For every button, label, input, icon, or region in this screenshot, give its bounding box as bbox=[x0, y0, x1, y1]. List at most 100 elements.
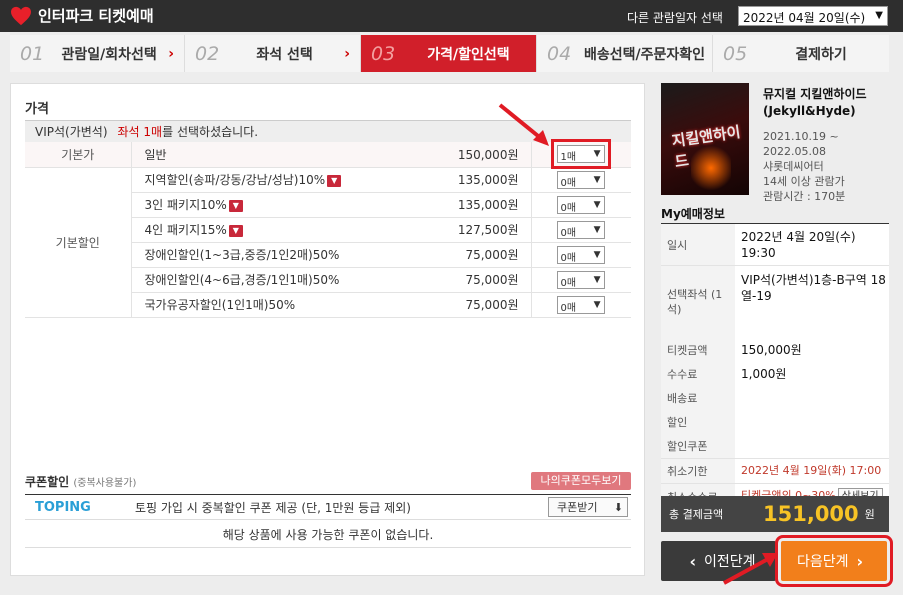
qty-select[interactable]: 0매 ▼ bbox=[556, 220, 605, 239]
show-runtime: 관람시간 : 170분 bbox=[763, 190, 846, 203]
show-venue: 샤롯데씨어터 bbox=[763, 160, 824, 173]
step-number: 03 bbox=[371, 42, 396, 65]
annotation-arrow-icon bbox=[498, 103, 549, 146]
qty-select[interactable]: 0매 ▼ bbox=[556, 295, 605, 314]
qty-cell: 0매 ▼ bbox=[531, 242, 631, 268]
total-amount-bar: 총 결제금액 151,000 원 bbox=[661, 496, 889, 532]
show-age: 14세 이상 관람가 bbox=[763, 175, 845, 188]
toping-logo: TOPING bbox=[35, 499, 91, 515]
my-coupons-button[interactable]: 나의쿠폰모두보기 bbox=[531, 472, 631, 490]
info-key: 수수료 bbox=[661, 361, 735, 386]
info-dropdown-icon[interactable]: ▼ bbox=[228, 224, 243, 237]
step-2: 02 좌석 선택 › bbox=[185, 35, 361, 72]
info-key: 배송료 bbox=[661, 385, 735, 410]
price-name: 장애인할인(4~6급,경증/1인1매)50% bbox=[131, 267, 431, 293]
step-4: 04 배송선택/주문자확인 bbox=[537, 35, 713, 72]
qty-select[interactable]: 0매 ▼ bbox=[556, 195, 605, 214]
qty-select[interactable]: 0매 ▼ bbox=[556, 245, 605, 264]
price-name-text: 4인 패키지15% bbox=[144, 223, 227, 237]
poster-title: 지킬앤하이드 bbox=[670, 122, 742, 172]
coupon-receive-button[interactable]: 쿠폰받기 ⬇ bbox=[548, 497, 628, 517]
coupon-empty-message: 해당 상품에 사용 가능한 쿠폰이 없습니다. bbox=[25, 522, 631, 548]
step-label: 좌석 선택 bbox=[256, 46, 313, 63]
next-step-button[interactable]: 다음단계 › bbox=[775, 535, 893, 587]
info-row: 수수료 1,000원 bbox=[661, 361, 889, 386]
info-key: 티켓금액 bbox=[661, 337, 735, 362]
info-key: 할인쿠폰 bbox=[661, 433, 735, 459]
coupon-subtitle: (중복사용불가) bbox=[73, 478, 137, 489]
step-3-active: 03 가격/할인선택 bbox=[361, 35, 537, 72]
info-value bbox=[735, 386, 889, 410]
qty-value: 1매 bbox=[560, 152, 577, 164]
info-row: 할인쿠폰 bbox=[661, 433, 889, 459]
step-5: 05 결제하기 bbox=[713, 35, 889, 72]
info-row: 선택좌석 (1석) VIP석(가변석)1층-B구역 18열-19 bbox=[661, 265, 889, 338]
coupon-title-text: 쿠폰할인 bbox=[25, 475, 70, 489]
qty-value: 0매 bbox=[560, 177, 577, 189]
qty-cell: 0매 ▼ bbox=[531, 192, 631, 218]
chevron-down-icon: ▼ bbox=[593, 299, 601, 310]
chevron-right-icon: › bbox=[856, 551, 864, 571]
heart-logo-icon bbox=[11, 6, 31, 25]
price-value: 135,000원 bbox=[431, 167, 532, 193]
price-value: 75,000원 bbox=[431, 242, 532, 268]
qty-select[interactable]: 0매 ▼ bbox=[556, 270, 605, 289]
qty-cell: 0매 ▼ bbox=[531, 267, 631, 293]
date-select-value: 2022년 04월 20일(수) bbox=[743, 11, 866, 25]
coupon-desc: 토핑 가입 시 중복할인 쿠폰 제공 (단, 1만원 등급 제외) bbox=[135, 500, 411, 515]
coupon-receive-label: 쿠폰받기 bbox=[557, 501, 598, 514]
step-label: 배송선택/주문자확인 bbox=[583, 46, 706, 63]
price-name-text: 3인 패키지10% bbox=[144, 198, 227, 212]
chevron-down-icon: ▼ bbox=[593, 199, 601, 210]
my-booking-table: 일시 2022년 4월 20일(수) 19:30 선택좌석 (1석) VIP석(… bbox=[661, 223, 889, 510]
chevron-down-icon: ▼ bbox=[593, 249, 601, 260]
qty-select[interactable]: 0매 ▼ bbox=[556, 170, 605, 189]
step-bar: 01 관람일/회차선택 › 02 좌석 선택 › 03 가격/할인선택 04 배… bbox=[10, 35, 889, 72]
date-select[interactable]: 2022년 04월 20일(수) ▼ bbox=[738, 6, 888, 26]
chevron-down-icon: ▼ bbox=[875, 10, 883, 21]
qty-select[interactable]: 1매 ▼ bbox=[550, 139, 611, 170]
info-value: 2022년 4월 20일(수) 19:30 bbox=[735, 223, 889, 266]
logo[interactable]: 인터파크 티켓예매 bbox=[10, 5, 154, 26]
chevron-down-icon: ▼ bbox=[593, 224, 601, 235]
price-value: 127,500원 bbox=[431, 217, 532, 243]
chevron-right-icon: › bbox=[168, 45, 174, 62]
top-bar: 인터파크 티켓예매 다른 관람일자 선택 2022년 04월 20일(수) ▼ bbox=[0, 0, 903, 32]
price-name: 지역할인(송파/강동/강남/성남)10% ▼ bbox=[131, 167, 431, 193]
next-step-label: 다음단계 bbox=[796, 554, 849, 570]
info-key: 할인 bbox=[661, 409, 735, 434]
info-key: 취소기한 bbox=[661, 458, 735, 484]
info-dropdown-icon[interactable]: ▼ bbox=[228, 199, 243, 212]
qty-value: 0매 bbox=[560, 227, 577, 239]
chevron-left-icon: ‹ bbox=[689, 551, 697, 571]
my-booking-title: My예매정보 bbox=[661, 207, 725, 221]
price-category: 기본가 bbox=[25, 142, 132, 168]
info-value bbox=[735, 410, 889, 434]
coupon-title: 쿠폰할인 (중복사용불가) bbox=[25, 473, 136, 490]
info-value bbox=[735, 433, 889, 459]
step-number: 04 bbox=[547, 42, 572, 65]
info-key: 선택좌석 (1석) bbox=[661, 265, 735, 338]
info-dropdown-icon[interactable]: ▼ bbox=[327, 174, 342, 187]
step-label: 가격/할인선택 bbox=[427, 46, 510, 63]
qty-cell: 0매 ▼ bbox=[531, 292, 631, 318]
step-number: 01 bbox=[20, 42, 45, 65]
price-table: 기본가 일반 150,000원 1매 ▼ 기본할인 지역할인(송파/강동/강남/… bbox=[25, 139, 631, 318]
total-label: 총 결제금액 bbox=[669, 508, 724, 521]
download-icon: ⬇ bbox=[613, 500, 623, 514]
show-poster: 지킬앤하이드 bbox=[661, 83, 749, 195]
info-row: 할인 bbox=[661, 409, 889, 434]
annotation-arrow-icon bbox=[723, 553, 778, 585]
info-row: 취소기한 2022년 4월 19일(화) 17:00 bbox=[661, 458, 889, 484]
table-row: 기본할인 지역할인(송파/강동/강남/성남)10% ▼ 135,000원 0매 ▼ bbox=[25, 167, 631, 318]
chevron-down-icon: ▼ bbox=[593, 149, 601, 160]
qty-value: 0매 bbox=[560, 202, 577, 214]
qty-value: 0매 bbox=[560, 252, 577, 264]
info-key: 일시 bbox=[661, 223, 735, 266]
price-value: 135,000원 bbox=[431, 192, 532, 218]
qty-value: 0매 bbox=[560, 302, 577, 314]
price-value: 75,000원 bbox=[431, 267, 532, 293]
price-name: 장애인할인(1~3급,중증/1인2매)50% bbox=[131, 242, 431, 268]
chevron-down-icon: ▼ bbox=[593, 274, 601, 285]
show-title: 뮤지컬 지킬앤하이드 (Jekyll&Hyde) bbox=[763, 87, 867, 118]
